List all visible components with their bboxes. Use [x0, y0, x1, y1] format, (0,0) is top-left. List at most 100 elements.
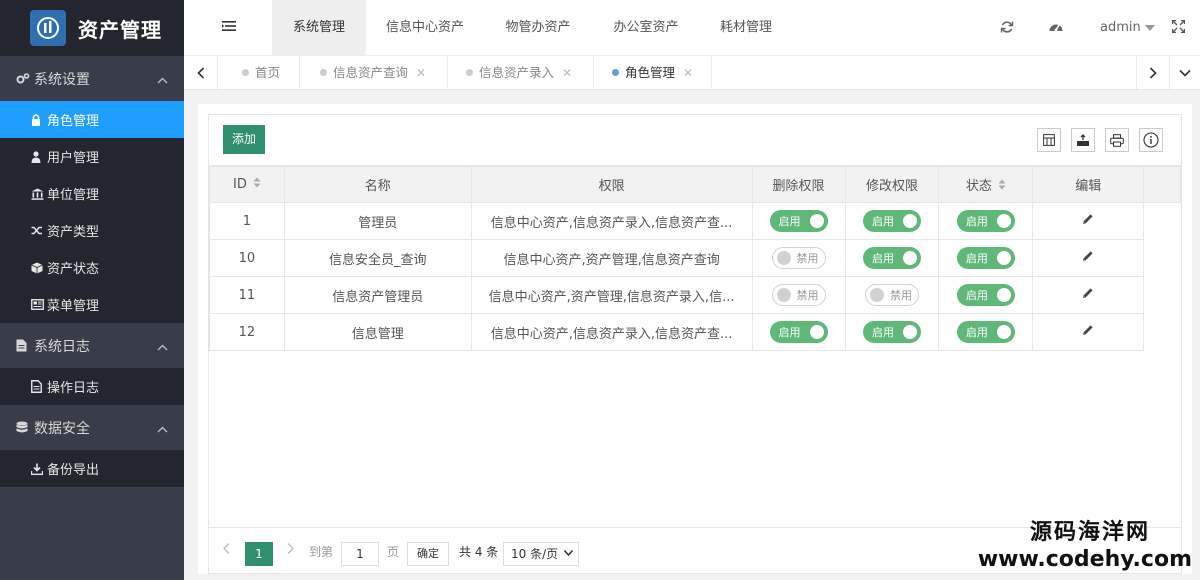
- next-page-icon[interactable]: [287, 543, 294, 557]
- chevron-down-icon: [1179, 69, 1191, 77]
- edit-icon[interactable]: [1082, 214, 1094, 229]
- tab-dot: [320, 69, 327, 76]
- tab-scroll-right-button[interactable]: [1136, 56, 1170, 90]
- cell-status: 启用: [938, 202, 1034, 240]
- sidebar-item-user-management[interactable]: 用户管理: [0, 138, 184, 175]
- nav-group-label: 系统设置: [34, 71, 90, 88]
- cell-status: 启用: [938, 276, 1034, 314]
- toggle-switch[interactable]: 启用: [956, 247, 1015, 269]
- tab-menu-button[interactable]: [1170, 56, 1200, 90]
- toggle-switch[interactable]: 启用: [769, 321, 828, 343]
- sort-icon[interactable]: [998, 179, 1006, 194]
- toggle-switch[interactable]: 启用: [956, 321, 1015, 343]
- sort-icon[interactable]: [253, 177, 261, 192]
- export-icon[interactable]: [1071, 128, 1095, 152]
- toggle-switch[interactable]: 启用: [862, 210, 921, 232]
- toggle-knob: [902, 214, 917, 228]
- table-row: 11 信息资产管理员 信息中心资产,资产管理,信息资产录入,信... 禁用 禁用 启用: [209, 276, 1181, 314]
- goto-page-input[interactable]: [341, 542, 379, 566]
- goto-confirm-button[interactable]: 确定: [407, 542, 449, 566]
- add-button[interactable]: 添加: [223, 125, 265, 154]
- page-tab-asset-query[interactable]: 信息资产查询 ✕: [302, 56, 448, 90]
- page-tab-home[interactable]: 首页: [224, 56, 300, 90]
- menu-toggle-icon[interactable]: [222, 20, 236, 36]
- top-tab-consumables[interactable]: 耗材管理: [704, 0, 788, 56]
- top-tab-property-office[interactable]: 物管办资产: [488, 0, 588, 56]
- toggle-label: 启用: [871, 252, 894, 265]
- sidebar: 资产管理 系统设置 角色管理 用户管理 单位管理 资产类型 资产状态 菜单管理: [0, 0, 184, 580]
- toggle-knob: [996, 214, 1011, 228]
- cell-edit: [1032, 202, 1145, 240]
- page-tab-asset-entry[interactable]: 信息资产录入 ✕: [448, 56, 594, 90]
- sidebar-item-asset-type[interactable]: 资产类型: [0, 212, 184, 249]
- tab-scroll-left-button[interactable]: [184, 56, 218, 90]
- info-icon[interactable]: [1139, 128, 1163, 152]
- nav-group-system-log[interactable]: 系统日志: [0, 323, 184, 368]
- cell-delete-permission: 启用: [751, 313, 846, 351]
- table-row: 10 信息安全员_查询 信息中心资产,资产管理,信息资产查询 禁用 启用 启用: [209, 239, 1181, 277]
- column-header-label: ID: [233, 177, 247, 192]
- toggle-switch[interactable]: 禁用: [864, 284, 919, 306]
- sidebar-footer: [0, 521, 184, 580]
- close-icon[interactable]: ✕: [416, 66, 426, 80]
- toggle-switch[interactable]: 禁用: [771, 247, 826, 269]
- cell-permissions: 信息中心资产,资产管理,信息资产查询: [470, 239, 753, 277]
- sidebar-item-backup-export[interactable]: 备份导出: [0, 450, 184, 487]
- refresh-icon[interactable]: [1000, 20, 1014, 38]
- nav-group-system-settings[interactable]: 系统设置: [0, 56, 184, 101]
- edit-icon[interactable]: [1082, 251, 1094, 266]
- prev-page-icon[interactable]: [223, 543, 230, 557]
- toggle-knob: [869, 288, 884, 302]
- top-tab-info-center[interactable]: 信息中心资产: [370, 0, 480, 56]
- watermark: 源码海洋网 www.codehy.com: [978, 520, 1192, 574]
- sidebar-item-asset-status[interactable]: 资产状态: [0, 249, 184, 286]
- toggle-switch[interactable]: 启用: [862, 321, 921, 343]
- file-text-icon: [16, 339, 30, 352]
- toggle-switch[interactable]: 启用: [956, 210, 1015, 232]
- cell-id: 12: [209, 313, 285, 351]
- nav-sub-system-log: 操作日志: [0, 368, 184, 405]
- close-icon[interactable]: ✕: [683, 66, 693, 80]
- toggle-switch[interactable]: 启用: [862, 247, 921, 269]
- close-icon[interactable]: ✕: [562, 66, 572, 80]
- cell-id: 10: [209, 239, 285, 277]
- cell-modify-permission: 启用: [844, 313, 940, 351]
- toggle-label: 启用: [965, 326, 988, 339]
- toggle-switch[interactable]: 禁用: [771, 284, 826, 306]
- column-header-id[interactable]: ID: [209, 166, 285, 203]
- database-icon: [16, 421, 30, 434]
- toggle-switch[interactable]: 启用: [956, 284, 1015, 306]
- edit-icon[interactable]: [1082, 325, 1094, 340]
- cell-edit: [1032, 313, 1145, 351]
- top-tab-office[interactable]: 办公室资产: [596, 0, 696, 56]
- sidebar-item-unit-management[interactable]: 单位管理: [0, 175, 184, 212]
- nav-group-data-security[interactable]: 数据安全: [0, 405, 184, 450]
- user-menu[interactable]: admin: [1100, 0, 1155, 56]
- edit-icon[interactable]: [1082, 288, 1094, 303]
- print-icon[interactable]: [1105, 128, 1129, 152]
- fullscreen-icon[interactable]: [1171, 19, 1186, 37]
- column-header-label: 状态: [965, 179, 992, 194]
- toggle-label: 启用: [965, 215, 988, 228]
- page-size-select[interactable]: 10 条/页: [503, 542, 579, 566]
- toggle-switch[interactable]: 启用: [769, 210, 828, 232]
- toggle-label: 启用: [778, 326, 801, 339]
- toggle-knob: [809, 325, 824, 339]
- watermark-line1: 源码海洋网: [1029, 520, 1150, 545]
- page-tab-role-management[interactable]: 角色管理 ✕: [594, 56, 712, 90]
- column-header-permissions: 权限: [470, 166, 753, 203]
- role-table: ID 名称 权限 删除权限 修改权限 状态 编辑 1 管理员 信息中心资产,信息资产…: [209, 166, 1181, 351]
- top-tab-system[interactable]: 系统管理: [272, 0, 366, 56]
- column-header-status[interactable]: 状态: [938, 166, 1034, 203]
- lock-icon: [31, 113, 45, 126]
- sidebar-item-operation-log[interactable]: 操作日志: [0, 368, 184, 405]
- nav-sub-system-settings: 角色管理 用户管理 单位管理 资产类型 资产状态 菜单管理: [0, 101, 184, 323]
- columns-filter-icon[interactable]: [1037, 128, 1061, 152]
- nav-group-label: 系统日志: [34, 338, 90, 355]
- page-number-current[interactable]: 1: [245, 542, 273, 566]
- sidebar-item-label: 单位管理: [47, 188, 100, 203]
- download-icon: [31, 463, 45, 475]
- dashboard-icon[interactable]: [1048, 20, 1064, 38]
- sidebar-item-role-management[interactable]: 角色管理: [0, 101, 184, 138]
- sidebar-item-menu-management[interactable]: 菜单管理: [0, 286, 184, 323]
